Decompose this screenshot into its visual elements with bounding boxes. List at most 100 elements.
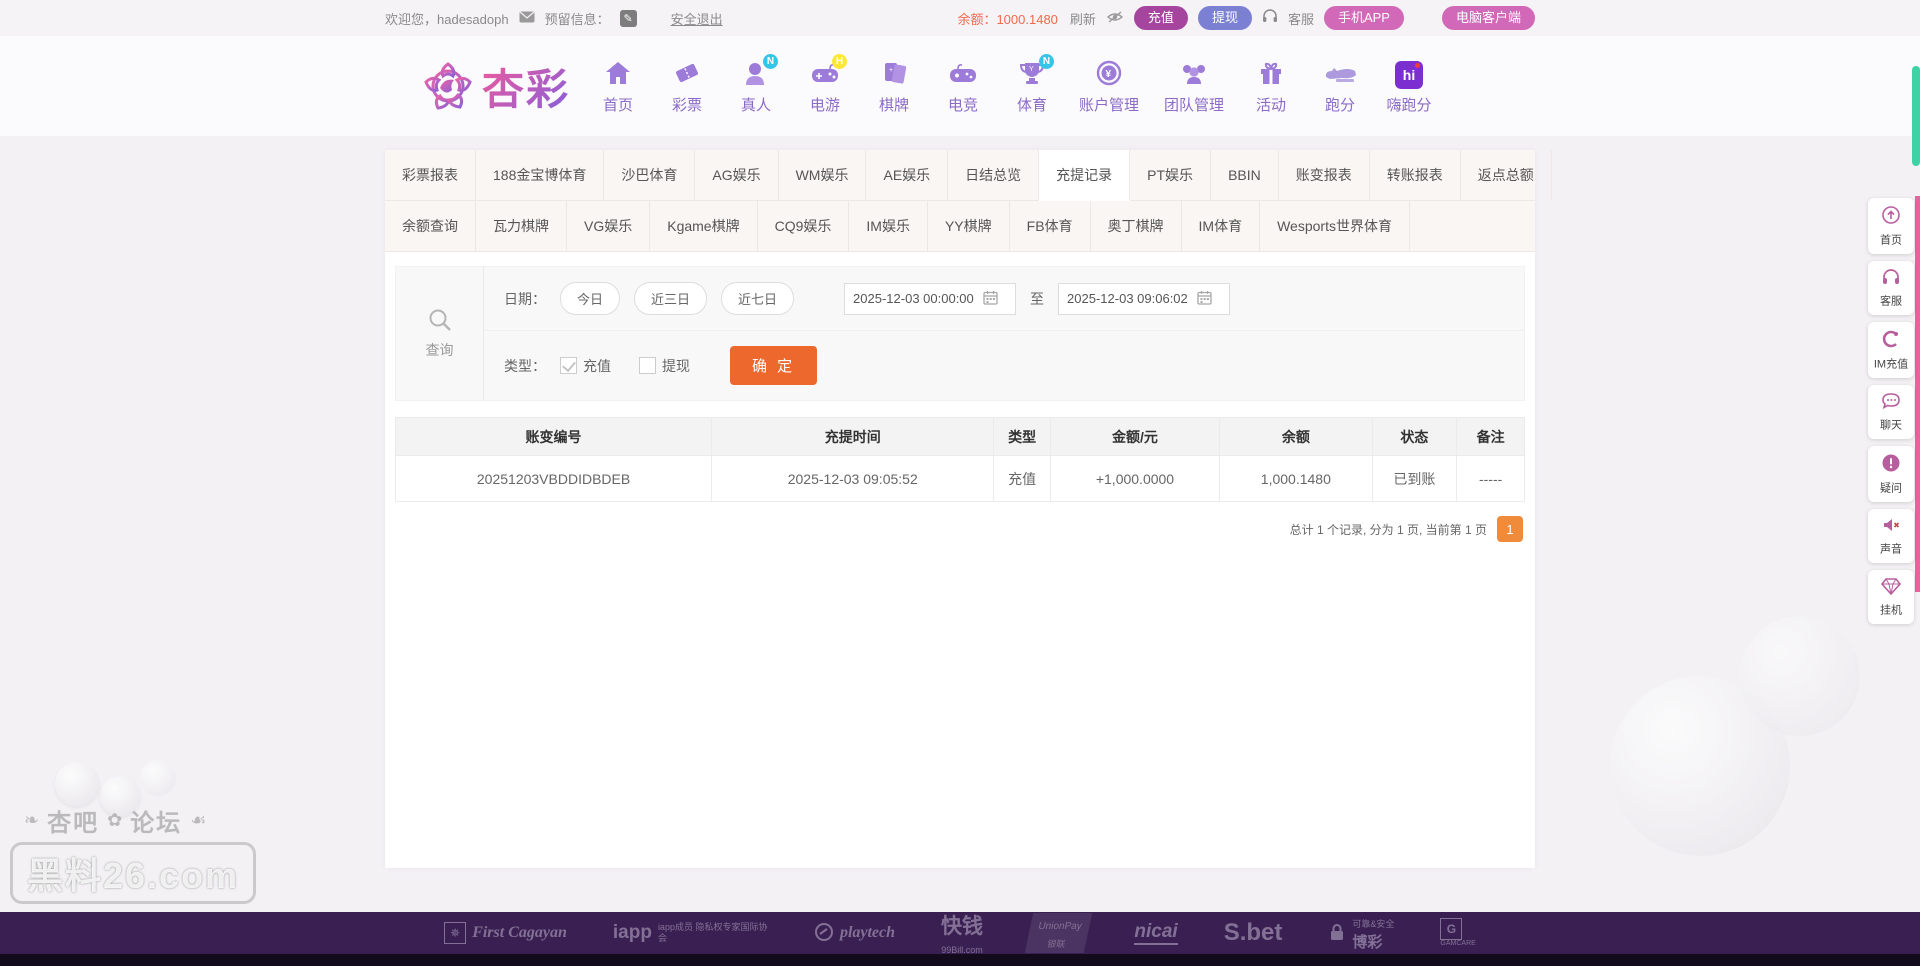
col-header-amount: 金额/元 xyxy=(1049,417,1221,456)
content-card: 彩票报表 188金宝博体育 沙巴体育 AG娱乐 WM娱乐 AE娱乐 日结总览 充… xyxy=(385,150,1552,868)
col-header-remark: 备注 xyxy=(1456,417,1525,456)
cell-time: 2025-12-03 09:05:52 xyxy=(711,455,995,502)
tab-balance-query[interactable]: 余额查询 xyxy=(385,201,476,251)
mail-icon[interactable] xyxy=(519,11,535,26)
nav-item-paofen[interactable]: 跑分 xyxy=(1310,58,1370,115)
tab-shaba-sport[interactable]: 沙巴体育 xyxy=(604,150,696,200)
home-icon xyxy=(604,60,632,89)
tab-deposit-withdraw-records[interactable]: 充提记录 xyxy=(1039,150,1131,200)
tab-kgame[interactable]: Kgame棋牌 xyxy=(650,201,758,251)
tabs-row-1: 彩票报表 188金宝博体育 沙巴体育 AG娱乐 WM娱乐 AE娱乐 日结总览 充… xyxy=(385,150,1552,201)
submit-button[interactable]: 确 定 xyxy=(730,346,818,385)
svg-text:¥: ¥ xyxy=(1106,69,1112,80)
date-label: 日期： xyxy=(504,290,546,307)
nav-item-account[interactable]: ¥ 账户管理 xyxy=(1071,58,1147,115)
side-widget-home[interactable]: 首页 xyxy=(1868,198,1914,254)
cell-type: 充值 xyxy=(993,455,1051,502)
nav-item-home[interactable]: 首页 xyxy=(588,58,648,115)
tab-wm[interactable]: WM娱乐 xyxy=(779,150,867,200)
nav-item-hi-paofen[interactable]: hi 嗨跑分 xyxy=(1379,58,1439,115)
tab-ag[interactable]: AG娱乐 xyxy=(695,150,779,200)
footer-logo-unionpay: UnionPay 银联 xyxy=(1024,913,1093,953)
pc-client-button[interactable]: 电脑客户端 xyxy=(1441,6,1535,30)
refresh-link[interactable]: 刷新 xyxy=(1070,9,1096,28)
tab-daily-summary[interactable]: 日结总览 xyxy=(948,150,1040,200)
query-section: 查询 xyxy=(396,267,484,400)
col-header-account-change-id: 账变编号 xyxy=(394,417,713,456)
calendar-icon[interactable] xyxy=(983,290,998,308)
tab-188-sport[interactable]: 188金宝博体育 xyxy=(476,150,605,200)
footer-logo-99bill: 快钱 99Bill.com xyxy=(941,914,984,955)
deposit-checkbox[interactable] xyxy=(560,357,577,374)
mobile-app-button[interactable]: 手机APP xyxy=(1323,6,1404,30)
hi-icon: hi xyxy=(1395,60,1424,89)
brand-logo[interactable]: 杏彩 xyxy=(420,56,570,117)
tab-rebate-total[interactable]: 返点总额 xyxy=(1461,150,1552,200)
side-widget-question[interactable]: 疑问 xyxy=(1868,446,1914,502)
side-widget-service[interactable]: 客服 xyxy=(1868,261,1914,315)
playtech-swirl-icon xyxy=(814,922,834,945)
nav-item-egame[interactable]: H 电游 xyxy=(795,53,855,115)
tab-aoding[interactable]: 奥丁棋牌 xyxy=(1091,201,1182,251)
tab-vg[interactable]: VG娱乐 xyxy=(567,201,651,251)
watermark: ❧ 杏吧 ✿ 论坛 ☙ 黑料26.com xyxy=(10,803,257,904)
nav-item-esports[interactable]: 电竞 xyxy=(933,58,993,115)
date-from-box xyxy=(844,282,1017,315)
type-deposit-option[interactable]: 充值 xyxy=(560,356,611,376)
nav-item-lottery[interactable]: 彩票 xyxy=(657,58,717,115)
tab-im-entertainment[interactable]: IM娱乐 xyxy=(849,201,928,251)
filter-panel: 查询 日期： 今日 近三日 近七日 至 xyxy=(395,266,1525,401)
quick-3days-button[interactable]: 近三日 xyxy=(634,282,708,315)
quick-today-button[interactable]: 今日 xyxy=(560,282,621,315)
side-widget-idle[interactable]: 挂机 xyxy=(1868,570,1914,624)
side-widget-chat[interactable]: 聊天 xyxy=(1868,385,1914,439)
nav-item-live[interactable]: N 真人 xyxy=(726,53,786,115)
search-icon xyxy=(427,307,453,336)
date-to-input[interactable] xyxy=(1067,291,1198,306)
page-1-button[interactable]: 1 xyxy=(1497,516,1523,542)
tab-account-change-report[interactable]: 账变报表 xyxy=(1279,150,1370,200)
tab-fb-sport[interactable]: FB体育 xyxy=(1010,201,1091,251)
tab-lottery-report[interactable]: 彩票报表 xyxy=(385,150,476,200)
table-row: 20251203VBDDIDBDEB 2025-12-03 09:05:52 充… xyxy=(394,455,1525,502)
cell-remark: ----- xyxy=(1456,455,1525,502)
calendar-icon[interactable] xyxy=(1197,290,1212,308)
tab-wali[interactable]: 瓦力棋牌 xyxy=(476,201,567,251)
quick-7days-button[interactable]: 近七日 xyxy=(721,282,795,315)
nav-item-activity[interactable]: 活动 xyxy=(1241,58,1301,115)
type-withdraw-option[interactable]: 提现 xyxy=(639,356,690,376)
tab-wesports[interactable]: Wesports世界体育 xyxy=(1260,201,1410,251)
scrollbar-thumb[interactable] xyxy=(1912,66,1920,166)
tab-im-sport[interactable]: IM体育 xyxy=(1182,201,1261,251)
withdraw-button[interactable]: 提现 xyxy=(1197,6,1252,30)
sound-muted-icon xyxy=(1881,519,1901,537)
nav-item-sports[interactable]: YN 体育 xyxy=(1002,53,1062,115)
deposit-button[interactable]: 充值 xyxy=(1133,6,1188,30)
esports-icon xyxy=(948,60,978,89)
tab-pt[interactable]: PT娱乐 xyxy=(1130,150,1212,200)
footer-logo-gamcare: G GAMCARE xyxy=(1440,917,1476,949)
tab-transfer-report[interactable]: 转账报表 xyxy=(1370,150,1461,200)
tab-bbin[interactable]: BBIN xyxy=(1211,150,1279,200)
withdraw-checkbox[interactable] xyxy=(639,357,656,374)
flower-logo-icon xyxy=(424,62,472,110)
brand-name: 杏彩 xyxy=(482,56,570,117)
tab-cq9[interactable]: CQ9娱乐 xyxy=(758,201,850,251)
footer-logo-safe-gaming: 可靠&安全 博彩 xyxy=(1328,914,1394,951)
nav-item-cards[interactable]: + 棋牌 xyxy=(864,58,924,115)
cell-status: 已到账 xyxy=(1371,455,1458,502)
logout-link[interactable]: 安全退出 xyxy=(671,9,723,28)
side-widget-im-recharge[interactable]: IM充值 xyxy=(1868,322,1914,378)
date-from-input[interactable] xyxy=(853,291,984,306)
records-table: 账变编号 充提时间 类型 金额/元 余额 状态 备注 20251203VBDDI… xyxy=(394,417,1525,502)
eye-off-icon[interactable] xyxy=(1106,10,1124,27)
side-widget-sound[interactable]: 声音 xyxy=(1868,509,1914,563)
top-bar: 欢迎您，hadesadoph 预留信息： ✎ 安全退出 余额：1000.1480… xyxy=(0,0,1920,36)
nav-item-team[interactable]: 团队管理 xyxy=(1156,58,1232,115)
tab-yy[interactable]: YY棋牌 xyxy=(928,201,1010,251)
service-label[interactable]: 客服 xyxy=(1288,9,1314,28)
svg-text:+: + xyxy=(889,67,893,74)
gift-icon xyxy=(1258,60,1284,89)
tab-ae[interactable]: AE娱乐 xyxy=(866,150,949,200)
edit-icon[interactable]: ✎ xyxy=(619,9,637,27)
